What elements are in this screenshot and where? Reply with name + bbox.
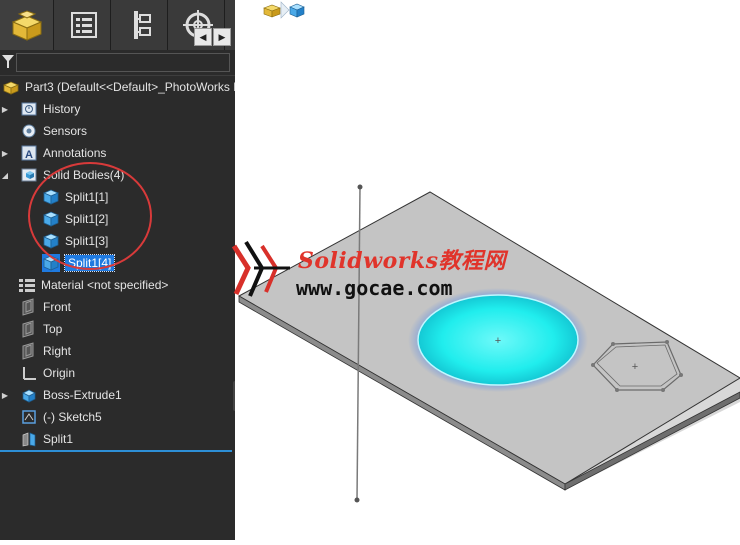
tree-item-boss-extrude1[interactable]: ▶ Boss-Extrude1 [0, 384, 122, 406]
expand-arrow-icon[interactable]: ▶ [1, 142, 9, 164]
tree-item-sketch5[interactable]: (-) Sketch5 [0, 406, 102, 428]
feature-manager-panel: ◀ ▶ Part3 (Default<<Default>_PhotoWorks … [0, 0, 242, 540]
watermark-url: www.gocae.com [296, 276, 453, 300]
watermark-logo-icon [232, 240, 290, 297]
part-icon [2, 78, 20, 96]
tree-item-label: Annotations [43, 146, 107, 160]
tree-item-origin[interactable]: Origin [0, 362, 75, 384]
plane-icon [20, 342, 38, 360]
tree-item-top-plane[interactable]: Top [0, 318, 62, 340]
tree-item-right-plane[interactable]: Right [0, 340, 71, 362]
tree-item-label: (-) Sketch5 [43, 410, 102, 424]
tree-item-annotations[interactable]: ▶ A Annotations [0, 142, 106, 164]
line-endpoint-icon[interactable] [354, 497, 360, 503]
panel-tab-bar: ◀ ▶ [0, 0, 235, 50]
part-icon [11, 10, 42, 41]
tree-root-part[interactable]: Part3 (Default<<Default>_PhotoWorks D [2, 76, 242, 98]
svg-text:A: A [25, 149, 33, 161]
property-list-icon [70, 12, 97, 38]
rollback-bar[interactable] [0, 450, 232, 452]
plane-icon [20, 298, 38, 316]
filter-input[interactable] [16, 53, 230, 72]
solid-bodies-folder-icon [20, 166, 38, 184]
tree-item-label: Origin [43, 366, 76, 380]
filter-icon[interactable] [2, 55, 14, 69]
tree-item-label: History [43, 102, 81, 116]
annotations-icon: A [20, 144, 38, 162]
sensors-icon [20, 122, 38, 140]
tab-feature-manager[interactable] [0, 0, 54, 50]
tree-item-label: Front [43, 300, 72, 314]
plane-icon [20, 320, 38, 338]
tree-root-label: Part3 (Default<<Default>_PhotoWorks D [25, 80, 242, 94]
highlight-circle [28, 162, 152, 270]
expand-arrow-icon[interactable]: ▶ [1, 98, 9, 120]
filter-bar [0, 51, 235, 76]
tree-item-label: Split1 [43, 432, 74, 446]
split-icon [20, 430, 38, 448]
tree-item-split1-feature[interactable]: Split1 [0, 428, 73, 450]
tree-item-material[interactable]: Material <not specified> [0, 274, 168, 296]
tree-item-label: Right [43, 344, 72, 358]
expand-arrow-icon[interactable]: ▶ [1, 384, 9, 406]
tree-item-sensors[interactable]: Sensors [0, 120, 87, 142]
tree-item-label: Top [43, 322, 63, 336]
breadcrumb [262, 0, 308, 20]
tree-item-history[interactable]: ▶ History [0, 98, 80, 120]
line-endpoint-icon[interactable] [357, 184, 363, 190]
tab-property-manager[interactable] [57, 0, 111, 50]
tab-configuration-manager[interactable] [114, 0, 168, 50]
collapse-arrow-icon[interactable]: ◢ [1, 164, 9, 186]
breadcrumb-part-icon[interactable] [262, 0, 308, 20]
sketch-icon [20, 408, 38, 426]
scroll-right-arrow[interactable]: ▶ [213, 28, 231, 46]
tab-scroll-arrows: ◀ ▶ [194, 28, 232, 46]
material-icon [18, 276, 36, 294]
center-mark-icon: + [495, 335, 501, 347]
tree-item-label: Sensors [43, 124, 88, 138]
history-icon [20, 100, 38, 118]
svg-text:+: + [632, 361, 638, 373]
tree-item-front-plane[interactable]: Front [0, 296, 71, 318]
watermark-title: Solidworks教程网 [298, 248, 506, 274]
scroll-left-arrow[interactable]: ◀ [194, 28, 212, 46]
origin-icon [20, 364, 38, 382]
configuration-tree-icon [133, 11, 151, 39]
extrude-icon [20, 386, 38, 404]
tree-item-label: Boss-Extrude1 [43, 388, 122, 402]
tree-item-label: Material <not specified> [41, 278, 169, 292]
